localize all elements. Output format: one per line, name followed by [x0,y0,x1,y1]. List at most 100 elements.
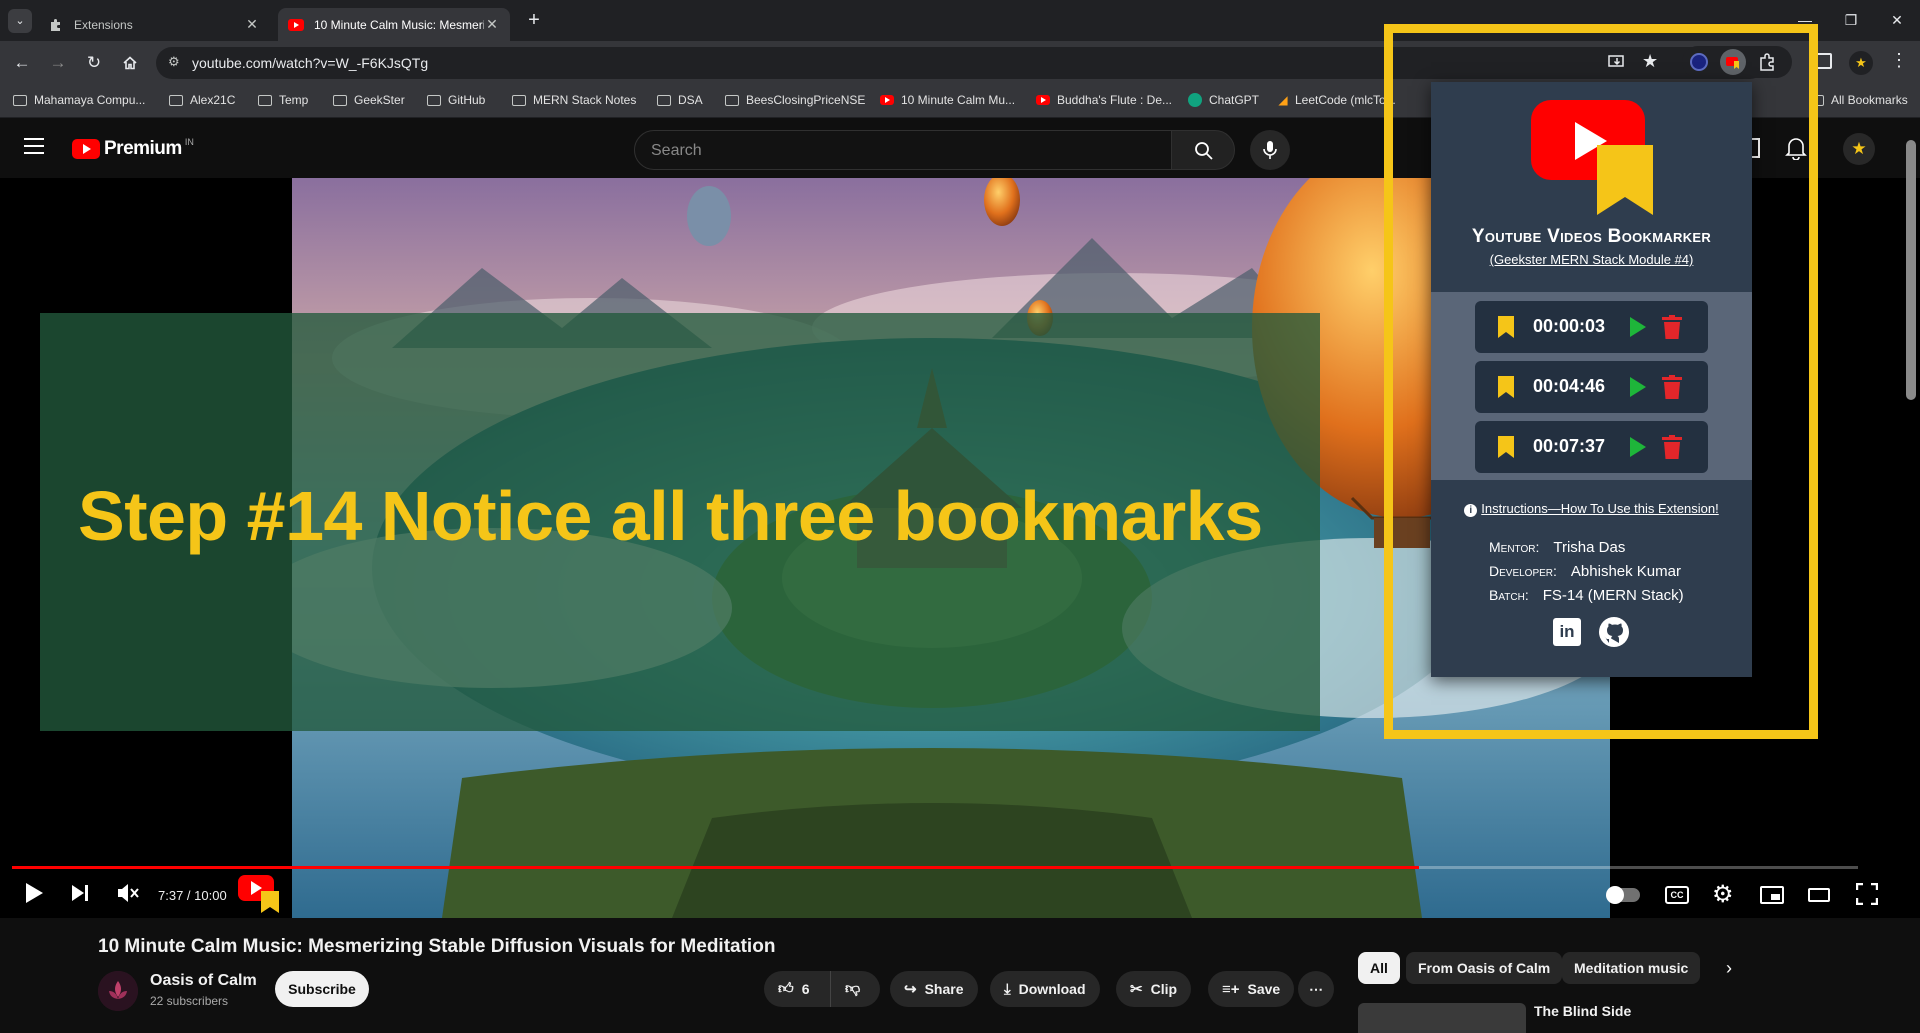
bookmark-item[interactable]: MERN Stack Notes [512,93,636,107]
bookmark-item[interactable]: DSA [657,93,703,107]
bookmark-item[interactable]: Buddha's Flute : De... [1036,93,1172,107]
url-text[interactable]: youtube.com/watch?v=W_-F6KJsQTg [192,55,428,71]
new-tab-button[interactable]: + [522,8,546,32]
progress-bar[interactable] [12,866,1858,869]
folder-icon [333,94,347,106]
bookmark-label: 10 Minute Calm Mu... [901,93,1016,107]
bookmark-item[interactable]: Alex21C [169,93,235,107]
play-icon [26,883,43,903]
thumbs-up-icon: 👍︎ [778,980,794,997]
close-icon[interactable]: ✕ [244,16,260,33]
bookmark-label: Mahamaya Compu... [34,93,146,107]
related-video-title[interactable]: The Blind Side [1534,1003,1631,1019]
mute-button[interactable] [116,882,140,910]
share-icon: ↪ [904,981,917,998]
tutorial-highlight-frame [1384,24,1818,739]
reload-button[interactable]: ↻ [80,49,108,77]
folder-icon [13,94,27,106]
clip-button[interactable]: ✂ Clip [1116,971,1192,1007]
related-video-thumbnail[interactable] [1358,1003,1526,1033]
page-scrollbar[interactable] [1906,140,1916,400]
autoplay-toggle[interactable] [1606,886,1640,904]
bookmark-item[interactable]: GitHub [427,93,485,107]
bookmark-item[interactable]: BeesClosingPriceNSE [725,93,865,107]
bookmark-label: Buddha's Flute : De... [1057,93,1173,107]
close-icon[interactable]: ✕ [484,16,500,33]
bookmark-item[interactable]: Mahamaya Compu... [13,93,145,107]
playlist-add-icon: ≡+ [1222,980,1240,998]
download-label: Download [1018,981,1086,997]
bookmark-item[interactable]: ◢ LeetCode (mlcTo... [1276,93,1395,107]
theater-mode-button[interactable] [1808,888,1830,902]
folder-icon [169,94,183,106]
search-input[interactable]: Search [634,130,1172,170]
play-button[interactable] [24,882,44,910]
next-icon [72,885,88,901]
home-button[interactable] [116,49,144,77]
bookmark-label: Temp [279,93,309,107]
captions-button[interactable]: CC [1665,886,1689,904]
bookmarker-player-button[interactable] [236,873,282,918]
scissors-icon: ✂ [1130,981,1143,998]
folder-icon [258,94,272,106]
channel-avatar[interactable] [98,971,138,1011]
profile-avatar[interactable]: ★ [1849,51,1873,75]
more-actions-button[interactable]: ⋯ [1298,971,1334,1007]
microphone-icon [1263,141,1277,159]
folder-icon [657,94,671,106]
chip-from-channel[interactable]: From Oasis of Calm [1406,952,1563,984]
site-info-icon[interactable]: ⚙ [168,54,184,70]
bookmark-item[interactable]: GeekSter [333,93,405,107]
bookmark-item[interactable]: Temp [258,93,308,107]
bookmark-label: ChatGPT [1209,93,1260,107]
share-label: Share [924,981,964,997]
account-avatar[interactable]: ★ [1843,133,1875,165]
forward-button[interactable]: → [44,49,72,77]
tab-youtube[interactable]: 10 Minute Calm Music: Mesmeri ✕ [278,8,510,41]
download-icon: ⤓ [1004,980,1011,998]
menu-icon[interactable]: ⋮ [1890,50,1908,71]
muted-speaker-icon [118,884,139,902]
chip-meditation-music[interactable]: Meditation music [1562,952,1701,984]
folder-icon [725,94,739,106]
leetcode-icon: ◢ [1278,93,1288,107]
bookmark-item[interactable]: 10 Minute Calm Mu... [880,93,1015,107]
subscriber-count: 22 subscribers [150,994,229,1008]
fullscreen-icon[interactable] [1855,882,1879,911]
search-button[interactable] [1171,130,1235,170]
youtube-logo[interactable]: Premium IN [72,137,194,160]
settings-gear-icon[interactable]: ⚙ [1712,880,1734,909]
maximize-button[interactable]: ❐ [1828,8,1874,32]
chip-all[interactable]: All [1358,952,1400,984]
tab-search-button[interactable]: ⌄ [8,9,32,33]
video-info-section: 10 Minute Calm Music: Mesmerizing Stable… [0,918,1920,1033]
youtube-icon [880,95,894,105]
channel-name[interactable]: Oasis of Calm [150,972,257,990]
voice-search-button[interactable] [1250,130,1290,170]
chatgpt-icon [1188,93,1202,107]
subscribe-button[interactable]: Subscribe [275,971,369,1007]
folder-icon [512,94,526,106]
back-button[interactable]: ← [8,49,36,77]
window-close-button[interactable]: ✕ [1874,8,1920,32]
dislike-button[interactable]: 👎︎ [830,971,880,1007]
all-bookmarks[interactable]: All Bookmarks [1810,93,1908,107]
bookmark-label: GeekSter [354,93,405,107]
time-display: 7:37 / 10:00 [158,888,227,903]
share-button[interactable]: ↪ Share [890,971,978,1007]
download-button[interactable]: ⤓ Download [990,971,1100,1007]
thumbs-down-icon: 👎︎ [845,980,861,997]
bookmark-label: MERN Stack Notes [533,93,637,107]
youtube-icon [72,139,100,159]
chevron-right-icon[interactable]: › [1726,958,1732,979]
save-button[interactable]: ≡+ Save [1208,971,1295,1007]
progress-bar-fill [12,866,1419,869]
next-button[interactable] [70,883,90,909]
tab-extensions[interactable]: Extensions ✕ [38,8,270,41]
search-placeholder: Search [651,142,702,159]
bookmark-item[interactable]: ChatGPT [1188,93,1259,107]
hamburger-menu-icon[interactable] [24,138,44,154]
clip-label: Clip [1150,981,1178,997]
tab-title: 10 Minute Calm Music: Mesmeri [314,17,484,32]
miniplayer-button[interactable] [1760,886,1784,904]
